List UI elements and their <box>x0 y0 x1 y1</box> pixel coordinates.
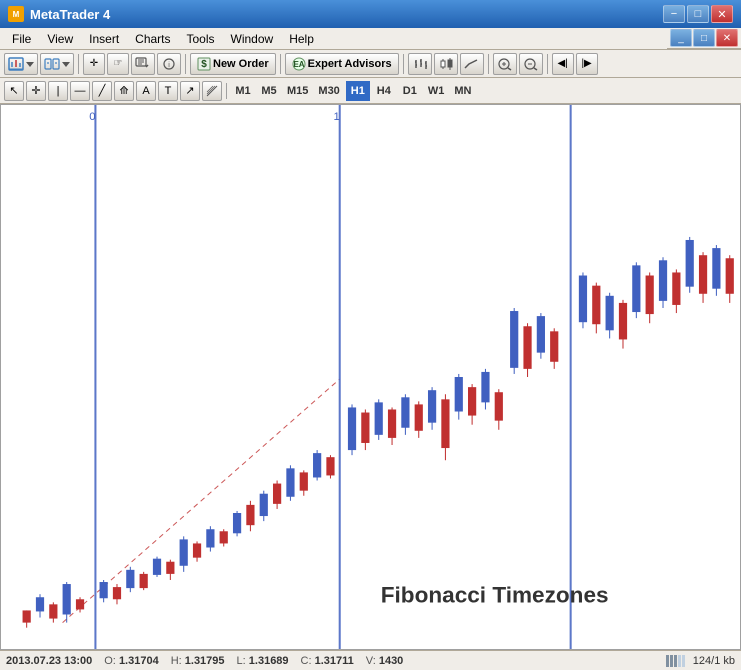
vline-btn[interactable]: | <box>48 81 68 101</box>
svg-text:EA: EA <box>293 60 304 69</box>
window-title: MetaTrader 4 <box>30 7 110 22</box>
hline-btn[interactable]: — <box>70 81 90 101</box>
zoom-out-chart-btn[interactable] <box>519 53 543 75</box>
text-btn[interactable]: A <box>136 81 156 101</box>
status-datetime: 2013.07.23 13:00 <box>6 655 92 667</box>
status-low: L: 1.31689 <box>237 655 289 667</box>
inner-minimize-button[interactable]: _ <box>670 29 692 47</box>
menu-help[interactable]: Help <box>281 30 322 48</box>
status-right: 124/1 kb <box>666 655 735 667</box>
minimize-button[interactable]: − <box>663 5 685 23</box>
tf-h1[interactable]: H1 <box>346 81 370 101</box>
zoom-in-chart-btn[interactable] <box>493 53 517 75</box>
properties-btn[interactable]: i <box>157 53 181 75</box>
toolbar-sep-1 <box>78 54 79 74</box>
candle-chart-btn[interactable] <box>434 53 458 75</box>
status-close: C: 1.31711 <box>301 655 354 667</box>
line-chart-btn[interactable] <box>460 53 484 75</box>
profile-btn[interactable] <box>40 53 74 75</box>
scroll-left-btn[interactable]: ◀| <box>552 53 574 75</box>
menu-window[interactable]: Window <box>223 30 282 48</box>
drawing-toolbar: ↖ ✛ | — ╱ ⟰ A T ↗ M1 M5 M15 M30 H1 H4 D1… <box>0 78 741 104</box>
tf-m5[interactable]: M5 <box>257 81 281 101</box>
cursor-btn[interactable]: ↖ <box>4 81 24 101</box>
toolbar-sep-5 <box>488 54 489 74</box>
toolbar-sep-4 <box>403 54 404 74</box>
new-chart-btn[interactable] <box>4 53 38 75</box>
status-volume: V: 1430 <box>366 655 404 667</box>
expert-advisors-btn[interactable]: EA Expert Advisors <box>285 53 399 75</box>
menu-view[interactable]: View <box>39 30 81 48</box>
tf-d1[interactable]: D1 <box>398 81 422 101</box>
pan-btn[interactable]: ☞ <box>107 53 129 75</box>
app-icon: M <box>8 6 24 22</box>
toolbar-sep-6 <box>547 54 548 74</box>
scroll-indicator <box>666 655 685 667</box>
tf-w1[interactable]: W1 <box>424 81 449 101</box>
svg-text:1: 1 <box>334 111 340 123</box>
toolbar-sep-3 <box>280 54 281 74</box>
toolbar-sep-2 <box>185 54 186 74</box>
main-toolbar: ✛ ☞ i $ New Order EA Expert Advisors ◀| … <box>0 50 741 78</box>
svg-text:0: 0 <box>89 111 95 123</box>
channel-btn[interactable]: ⟰ <box>114 81 134 101</box>
chart-area[interactable]: 0 1 <box>0 104 741 650</box>
status-open: O: 1.31704 <box>104 655 158 667</box>
candlestick-chart: 0 1 <box>1 105 740 649</box>
tf-mn[interactable]: MN <box>450 81 475 101</box>
menu-tools[interactable]: Tools <box>179 30 223 48</box>
title-bar-left: M MetaTrader 4 <box>8 6 110 22</box>
svg-text:$: $ <box>201 59 207 70</box>
status-high: H: 1.31795 <box>171 655 225 667</box>
tf-sep-1 <box>226 83 227 99</box>
crosshair-draw-btn[interactable]: ✛ <box>26 81 46 101</box>
inner-close-button[interactable]: ✕ <box>716 29 738 47</box>
new-order-btn[interactable]: $ New Order <box>190 53 276 75</box>
maximize-button[interactable]: □ <box>687 5 709 23</box>
svg-text:i: i <box>168 62 170 69</box>
zoom-in-btn[interactable] <box>131 53 155 75</box>
fibonacci-btn[interactable] <box>202 81 222 101</box>
title-bar: M MetaTrader 4 − □ ✕ <box>0 0 741 28</box>
menu-bar: File View Insert Charts Tools Window Hel… <box>0 28 741 50</box>
crosshair-btn[interactable]: ✛ <box>83 53 105 75</box>
inner-maximize-button[interactable]: □ <box>693 29 715 47</box>
close-button[interactable]: ✕ <box>711 5 733 23</box>
bar-chart-btn[interactable] <box>408 53 432 75</box>
scroll-right-btn[interactable]: |▶ <box>576 53 598 75</box>
arrow-btn[interactable]: ↗ <box>180 81 200 101</box>
window-controls: − □ ✕ <box>663 5 733 23</box>
tf-m1[interactable]: M1 <box>231 81 255 101</box>
status-bar: 2013.07.23 13:00 O: 1.31704 H: 1.31795 L… <box>0 650 741 670</box>
tf-h4[interactable]: H4 <box>372 81 396 101</box>
menu-insert[interactable]: Insert <box>81 30 127 48</box>
file-info: 124/1 kb <box>693 655 735 667</box>
menu-charts[interactable]: Charts <box>127 30 178 48</box>
svg-text:Fibonacci Timezones: Fibonacci Timezones <box>381 582 609 607</box>
text-label-btn[interactable]: T <box>158 81 178 101</box>
trendline-btn[interactable]: ╱ <box>92 81 112 101</box>
svg-text:M: M <box>13 10 20 19</box>
tf-m30[interactable]: M30 <box>314 81 343 101</box>
tf-m15[interactable]: M15 <box>283 81 312 101</box>
menu-file[interactable]: File <box>4 30 39 48</box>
